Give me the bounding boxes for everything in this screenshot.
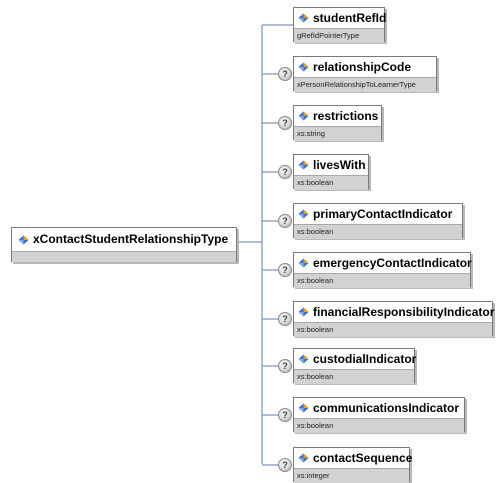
element-name: contactSequence	[313, 451, 413, 465]
element-name: custodialIndicator	[313, 352, 417, 366]
optional-icon: ?	[278, 359, 292, 373]
element-icon	[298, 62, 309, 72]
element-type: xs:boolean	[294, 224, 462, 239]
element-box-2[interactable]: restrictions xs:string	[293, 105, 382, 141]
element-box-3[interactable]: livesWith xs:boolean	[293, 154, 369, 190]
element-icon	[298, 209, 309, 219]
element-icon	[298, 13, 309, 23]
element-name: studentRefId	[313, 11, 387, 25]
element-icon	[298, 258, 309, 268]
optional-icon: ?	[278, 67, 292, 81]
element-header: relationshipCode	[294, 57, 436, 77]
optional-icon: ?	[278, 116, 292, 130]
element-type: xPersonRelationshipToLearnerType	[294, 77, 436, 92]
element-header: custodialIndicator	[294, 349, 417, 369]
root-type-band	[12, 251, 236, 262]
element-name: financialResponsibilityIndicator	[313, 305, 495, 319]
element-type: xs:boolean	[294, 369, 414, 384]
optional-icon: ?	[278, 263, 292, 277]
element-name: communicationsIndicator	[313, 401, 460, 415]
element-icon	[298, 354, 309, 364]
element-icon	[298, 403, 309, 413]
optional-icon: ?	[278, 165, 292, 179]
optional-icon: ?	[278, 408, 292, 422]
element-header: financialResponsibilityIndicator	[294, 302, 495, 322]
element-name: relationshipCode	[313, 60, 412, 74]
optional-icon: ?	[278, 312, 292, 326]
optional-icon: ?	[278, 214, 292, 228]
element-box-8[interactable]: communicationsIndicator xs:boolean	[293, 397, 465, 433]
element-type: xs:boolean	[294, 418, 464, 433]
element-name: emergencyContactIndicator	[313, 256, 472, 270]
element-icon	[298, 111, 309, 121]
element-header: studentRefId	[294, 8, 387, 28]
element-type: xs:integer	[294, 468, 409, 483]
root-type-name: xContactStudentRelationshipType	[33, 232, 229, 246]
element-name: restrictions	[313, 109, 379, 123]
element-name: primaryContactIndicator	[313, 207, 453, 221]
element-box-1[interactable]: relationshipCode xPersonRelationshipToLe…	[293, 56, 437, 92]
element-icon	[298, 453, 309, 463]
element-header: livesWith	[294, 155, 368, 175]
optional-icon: ?	[278, 458, 292, 472]
element-header: communicationsIndicator	[294, 398, 464, 418]
element-name: livesWith	[313, 158, 366, 172]
element-type: gRefIdPointerType	[294, 28, 384, 43]
element-header: restrictions	[294, 106, 381, 126]
element-icon	[298, 160, 309, 170]
element-type: xs:boolean	[294, 322, 492, 337]
element-box-9[interactable]: contactSequence xs:integer	[293, 447, 413, 483]
element-box-5[interactable]: emergencyContactIndicator xs:boolean	[293, 252, 472, 288]
element-box-0[interactable]: studentRefId gRefIdPointerType	[293, 7, 387, 43]
element-header: contactSequence	[294, 448, 413, 468]
element-icon	[18, 235, 29, 244]
element-header: primaryContactIndicator	[294, 204, 462, 224]
element-type: xs:string	[294, 126, 381, 141]
element-box-6[interactable]: financialResponsibilityIndicator xs:bool…	[293, 301, 495, 337]
element-header: emergencyContactIndicator	[294, 253, 472, 273]
element-type: xs:boolean	[294, 175, 368, 190]
element-type: xs:boolean	[294, 273, 470, 288]
element-box-4[interactable]: primaryContactIndicator xs:boolean	[293, 203, 463, 239]
element-icon	[298, 307, 309, 317]
root-type-box[interactable]: xContactStudentRelationshipType	[11, 227, 237, 262]
root-type-header: xContactStudentRelationshipType	[12, 228, 236, 251]
element-box-7[interactable]: custodialIndicator xs:boolean	[293, 348, 417, 384]
